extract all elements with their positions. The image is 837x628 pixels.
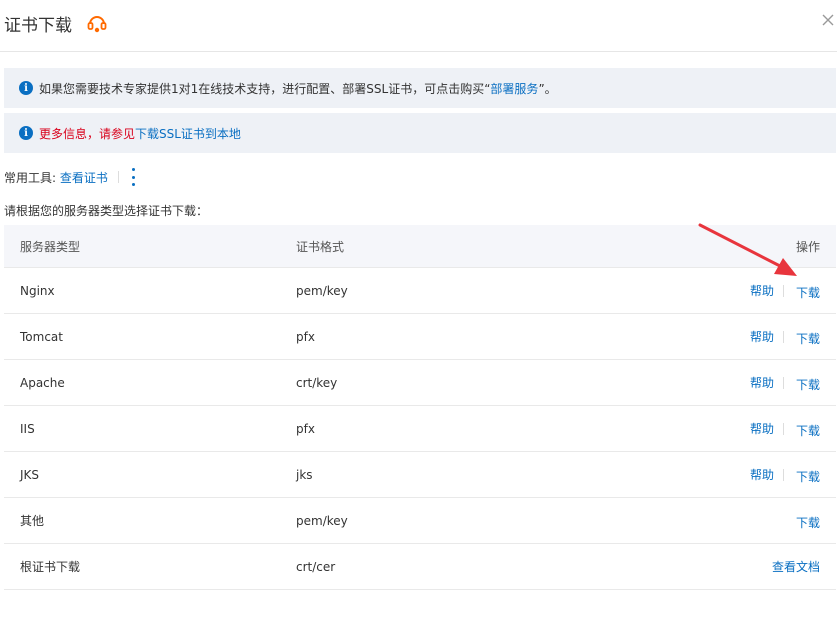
download-link[interactable]: 下载 [796, 284, 820, 301]
table-row: 根证书下载 crt/cer 查看文档 [4, 544, 836, 590]
download-link[interactable]: 下载 [796, 376, 820, 393]
cert-format: pfx [296, 329, 315, 344]
info-icon: i [19, 81, 33, 95]
help-link[interactable]: 帮助 [750, 282, 774, 299]
download-link[interactable]: 下载 [796, 330, 820, 347]
notice-more-info: i 更多信息，请参见 下载SSL证书到本地 [4, 113, 836, 153]
more-options-icon[interactable] [131, 168, 137, 186]
table-row: IIS pfx 帮助 下载 [4, 406, 836, 452]
server-type: Nginx [20, 283, 55, 298]
help-link[interactable]: 帮助 [750, 328, 774, 345]
server-type: Apache [20, 375, 65, 390]
view-docs-link[interactable]: 查看文档 [772, 558, 820, 575]
notice-deploy-service: i 如果您需要技术专家提供1对1在线技术支持，进行配置、部署SSL证书，可点击购… [4, 68, 836, 108]
header-server-type: 服务器类型 [20, 239, 81, 254]
instruction-text: 请根据您的服务器类型选择证书下载： [4, 204, 209, 218]
download-table: 服务器类型 证书格式 操作 Nginx pem/key 帮助 下载 Tomcat … [4, 225, 836, 590]
dialog-header: 证书下载 [0, 0, 837, 52]
header-actions: 操作 [795, 239, 820, 254]
cert-format: pem/key [296, 283, 348, 298]
server-type: Tomcat [20, 329, 63, 344]
dialog-title: 证书下载 [4, 16, 72, 36]
cert-format: pem/key [296, 513, 348, 528]
common-tools: 常用工具: 查看证书 [4, 168, 137, 186]
help-link[interactable]: 帮助 [750, 374, 774, 391]
cert-format: jks [296, 467, 313, 482]
server-type: 根证书下载 [20, 560, 81, 574]
download-link[interactable]: 下载 [796, 514, 820, 531]
table-header: 服务器类型 证书格式 操作 [4, 225, 836, 268]
view-certificate-link[interactable]: 查看证书 [60, 169, 108, 186]
download-link[interactable]: 下载 [796, 468, 820, 485]
table-row: Apache crt/key 帮助 下载 [4, 360, 836, 406]
notice-warning-text: 更多信息，请参见 [39, 126, 136, 141]
server-type: IIS [20, 421, 35, 436]
server-type: 其他 [20, 514, 45, 528]
help-link[interactable]: 帮助 [750, 466, 774, 483]
table-row: 其他 pem/key 下载 [4, 498, 836, 544]
tools-label: 常用工具: [4, 170, 57, 185]
help-link[interactable]: 帮助 [750, 420, 774, 437]
info-icon: i [19, 126, 33, 140]
table-row: JKS jks 帮助 下载 [4, 452, 836, 498]
divider [117, 171, 119, 183]
notice-suffix: ”。 [538, 81, 557, 96]
deploy-service-link[interactable]: 部署服务 [490, 80, 538, 97]
table-row: Nginx pem/key 帮助 下载 [4, 268, 836, 314]
cert-format: crt/key [296, 375, 338, 390]
cert-format: crt/cer [296, 559, 336, 574]
table-row: Tomcat pfx 帮助 下载 [4, 314, 836, 360]
close-icon[interactable] [821, 13, 835, 27]
cert-format: pfx [296, 421, 315, 436]
headset-support-icon[interactable] [86, 12, 108, 34]
download-link[interactable]: 下载 [796, 422, 820, 439]
notice-text: 如果您需要技术专家提供1对1在线技术支持，进行配置、部署SSL证书，可点击购买“ [39, 81, 491, 96]
download-ssl-doc-link[interactable]: 下载SSL证书到本地 [135, 125, 241, 142]
header-cert-format: 证书格式 [296, 239, 345, 254]
server-type: JKS [20, 467, 40, 482]
